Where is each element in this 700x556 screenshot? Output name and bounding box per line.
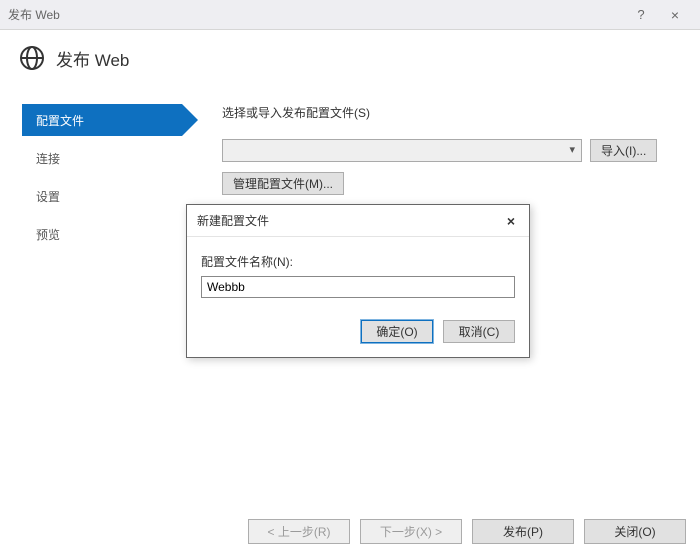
profile-name-input[interactable] — [201, 276, 515, 298]
globe-icon — [18, 44, 46, 72]
cancel-button[interactable]: 取消(C) — [443, 320, 515, 343]
dialog-title: 新建配置文件 — [197, 212, 503, 229]
sidebar-item-settings[interactable]: 设置 — [22, 180, 182, 212]
ok-button[interactable]: 确定(O) — [361, 320, 433, 343]
profile-combo[interactable] — [222, 139, 582, 162]
import-button[interactable]: 导入(I)... — [590, 139, 657, 162]
sidebar-item-profile[interactable]: 配置文件 — [22, 104, 182, 136]
sidebar-item-label: 设置 — [36, 188, 60, 205]
section-label: 选择或导入发布配置文件(S) — [222, 104, 678, 121]
sidebar-item-connection[interactable]: 连接 — [22, 142, 182, 174]
prev-button[interactable]: < 上一步(R) — [248, 519, 350, 544]
close-button[interactable]: 关闭(O) — [584, 519, 686, 544]
close-window-button[interactable]: × — [658, 4, 692, 26]
help-button[interactable]: ? — [624, 4, 658, 26]
dialog-footer: 确定(O) 取消(C) — [201, 320, 515, 343]
window-title: 发布 Web — [8, 6, 624, 23]
sidebar-item-preview[interactable]: 预览 — [22, 218, 182, 250]
profile-name-label: 配置文件名称(N): — [201, 253, 515, 270]
dialog-titlebar: 新建配置文件 × — [187, 205, 529, 237]
new-profile-dialog: 新建配置文件 × 配置文件名称(N): 确定(O) 取消(C) — [186, 204, 530, 358]
sidebar-item-label: 预览 — [36, 226, 60, 243]
sidebar-item-label: 连接 — [36, 150, 60, 167]
titlebar: 发布 Web ? × — [0, 0, 700, 30]
sidebar-item-label: 配置文件 — [36, 112, 84, 129]
sidebar: 配置文件 连接 设置 预览 — [22, 104, 182, 250]
header: 发布 Web — [0, 30, 700, 84]
page-title: 发布 Web — [56, 46, 129, 71]
dialog-body: 配置文件名称(N): 确定(O) 取消(C) — [187, 237, 529, 357]
close-icon[interactable]: × — [503, 213, 519, 229]
next-button[interactable]: 下一步(X) > — [360, 519, 462, 544]
wizard-footer: < 上一步(R) 下一步(X) > 发布(P) 关闭(O) — [248, 519, 686, 544]
manage-profiles-button[interactable]: 管理配置文件(M)... — [222, 172, 344, 195]
publish-button[interactable]: 发布(P) — [472, 519, 574, 544]
